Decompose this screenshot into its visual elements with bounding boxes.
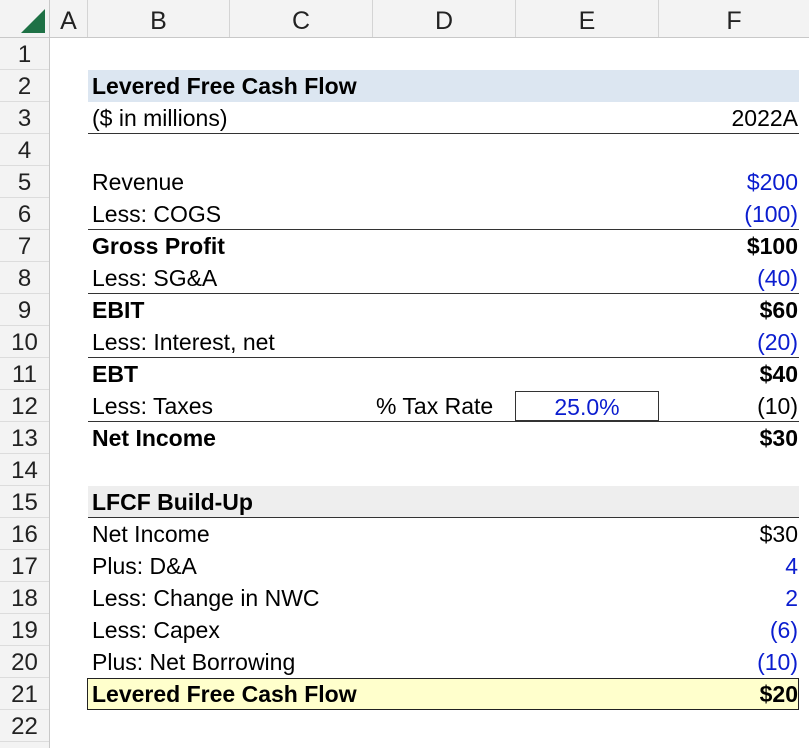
buildup-net-income-label[interactable]: Net Income (92, 518, 210, 550)
row-gross-profit: Gross Profit $100 (50, 230, 809, 262)
buildup-title[interactable]: LFCF Build-Up (92, 486, 253, 518)
row-lfcf-total: Levered Free Cash Flow $20 (50, 678, 809, 710)
units-label[interactable]: ($ in millions) (92, 102, 227, 134)
revenue-value[interactable]: $200 (660, 166, 798, 198)
ebt-value[interactable]: $40 (660, 358, 798, 390)
ebt-label[interactable]: EBT (92, 358, 138, 390)
select-all-triangle-icon (21, 9, 45, 33)
row-interest: Less: Interest, net (20) (50, 326, 809, 358)
gross-profit-label[interactable]: Gross Profit (92, 230, 225, 262)
row-header[interactable]: 15 (0, 486, 49, 518)
row-header[interactable]: 6 (0, 198, 49, 230)
row-net-income: Net Income $30 (50, 422, 809, 454)
row-header[interactable]: 5 (0, 166, 49, 198)
cogs-label[interactable]: Less: COGS (92, 198, 221, 230)
row-taxes: Less: Taxes % Tax Rate 25.0% (10) (50, 390, 809, 422)
buildup-net-income-value[interactable]: $30 (660, 518, 798, 550)
interest-label[interactable]: Less: Interest, net (92, 326, 275, 358)
cell-grid[interactable]: Levered Free Cash Flow ($ in millions) 2… (50, 38, 809, 748)
row-header[interactable]: 16 (0, 518, 49, 550)
select-all-button[interactable] (0, 0, 50, 37)
spreadsheet: A B C D E F 1 2 3 4 5 6 7 8 9 10 11 12 1… (0, 0, 809, 748)
sga-value[interactable]: (40) (660, 262, 798, 294)
lfcf-total-value[interactable]: $20 (660, 678, 798, 710)
row-header[interactable]: 21 (0, 678, 49, 710)
interest-value[interactable]: (20) (660, 326, 798, 358)
revenue-label[interactable]: Revenue (92, 166, 184, 198)
column-header-d[interactable]: D (373, 0, 516, 37)
da-label[interactable]: Plus: D&A (92, 550, 197, 582)
row-header[interactable]: 1 (0, 38, 49, 70)
row-header[interactable]: 14 (0, 454, 49, 486)
capex-value[interactable]: (6) (660, 614, 798, 646)
units-underline (88, 133, 799, 134)
da-value[interactable]: 4 (660, 550, 798, 582)
row-header[interactable]: 8 (0, 262, 49, 294)
column-header-bar: A B C D E F (0, 0, 809, 38)
row-header[interactable]: 22 (0, 710, 49, 742)
column-header-b[interactable]: B (88, 0, 230, 37)
net-income-value[interactable]: $30 (660, 422, 798, 454)
row-units: ($ in millions) 2022A (50, 102, 809, 134)
row-da: Plus: D&A 4 (50, 550, 809, 582)
row-header[interactable]: 3 (0, 102, 49, 134)
tax-rate-label[interactable]: % Tax Rate (376, 390, 493, 423)
row-revenue: Revenue $200 (50, 166, 809, 198)
row-header[interactable]: 7 (0, 230, 49, 262)
row-header[interactable]: 18 (0, 582, 49, 614)
year-header[interactable]: 2022A (660, 102, 798, 134)
nwc-label[interactable]: Less: Change in NWC (92, 582, 320, 614)
column-header-a[interactable]: A (50, 0, 88, 37)
row-header[interactable]: 13 (0, 422, 49, 454)
column-header-e[interactable]: E (516, 0, 659, 37)
row-header[interactable]: 9 (0, 294, 49, 326)
row-header[interactable]: 17 (0, 550, 49, 582)
gross-profit-value[interactable]: $100 (660, 230, 798, 262)
lfcf-total-label[interactable]: Levered Free Cash Flow (92, 678, 357, 710)
row-ebt: EBT $40 (50, 358, 809, 390)
row-capex: Less: Capex (6) (50, 614, 809, 646)
row-sga: Less: SG&A (40) (50, 262, 809, 294)
capex-label[interactable]: Less: Capex (92, 614, 220, 646)
lfcf-title[interactable]: Levered Free Cash Flow (92, 70, 357, 102)
row-header[interactable]: 10 (0, 326, 49, 358)
cogs-value[interactable]: (100) (660, 198, 798, 230)
row-header[interactable]: 20 (0, 646, 49, 678)
row-buildup-title: LFCF Build-Up (50, 486, 809, 518)
row-ebit: EBIT $60 (50, 294, 809, 326)
row-borrowing: Plus: Net Borrowing (10) (50, 646, 809, 678)
row-buildup-net-income: Net Income $30 (50, 518, 809, 550)
row-header[interactable]: 12 (0, 390, 49, 422)
borrowing-value[interactable]: (10) (660, 646, 798, 678)
row-header[interactable]: 19 (0, 614, 49, 646)
row-cogs: Less: COGS (100) (50, 198, 809, 230)
taxes-label[interactable]: Less: Taxes (92, 390, 213, 422)
column-header-c[interactable]: C (230, 0, 373, 37)
row-nwc: Less: Change in NWC 2 (50, 582, 809, 614)
net-income-label[interactable]: Net Income (92, 422, 216, 454)
row-header-bar: 1 2 3 4 5 6 7 8 9 10 11 12 13 14 15 16 1… (0, 38, 50, 748)
borrowing-label[interactable]: Plus: Net Borrowing (92, 646, 295, 678)
tax-rate-input[interactable]: 25.0% (515, 391, 659, 421)
nwc-value[interactable]: 2 (660, 582, 798, 614)
row-header[interactable]: 2 (0, 70, 49, 102)
taxes-value[interactable]: (10) (660, 390, 798, 422)
row-header[interactable]: 11 (0, 358, 49, 390)
row-title: Levered Free Cash Flow (50, 70, 809, 102)
ebit-label[interactable]: EBIT (92, 294, 144, 326)
column-header-f[interactable]: F (659, 0, 809, 37)
sga-label[interactable]: Less: SG&A (92, 262, 217, 294)
row-header[interactable]: 4 (0, 134, 49, 166)
ebit-value[interactable]: $60 (660, 294, 798, 326)
